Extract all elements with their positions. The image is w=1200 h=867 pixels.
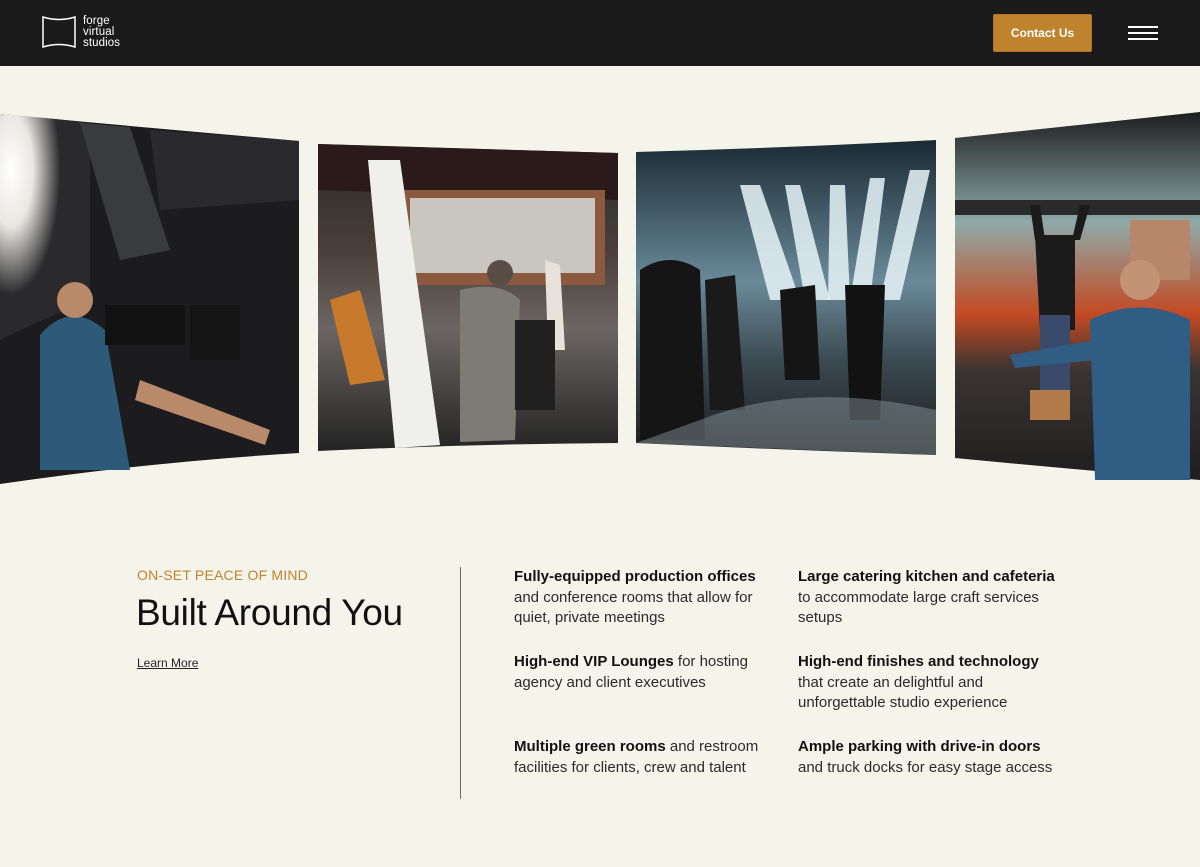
feature-description: to accommodate large craft services setu… xyxy=(798,588,1039,627)
feature-highlight: Ample parking with drive-in doors xyxy=(798,738,1041,755)
logo-wordmark: forge virtual studios xyxy=(83,14,121,49)
gallery-photo-4 xyxy=(955,112,1200,480)
menu-bar-bottom xyxy=(1128,38,1158,40)
feature-description: and conference rooms that allow for quie… xyxy=(514,588,753,627)
hamburger-menu-icon[interactable] xyxy=(1127,18,1159,48)
feature-description: that create an delightful and unforgetta… xyxy=(798,673,1008,712)
site-header: forge virtual studios Contact Us xyxy=(0,0,1200,66)
feature-highlight: Fully-equipped production offices xyxy=(514,568,756,585)
menu-bar-middle xyxy=(1128,32,1158,34)
feature-item: Ample parking with drive-in doors and tr… xyxy=(798,737,1068,778)
logo-line-3: studios xyxy=(83,36,121,49)
feature-highlight: Large catering kitchen and cafeteria xyxy=(798,568,1055,585)
gallery-photo-2 xyxy=(318,144,618,451)
logo-mark-icon xyxy=(42,15,76,49)
section-title: Built Around You xyxy=(136,592,403,633)
section-eyebrow: ON-SET PEACE OF MIND xyxy=(137,567,308,583)
feature-item: Large catering kitchen and cafeteria to … xyxy=(798,567,1068,629)
logo-line-2: virtual xyxy=(83,25,115,38)
feature-description: and truck docks for easy stage access xyxy=(798,758,1053,776)
learn-more-link[interactable]: Learn More xyxy=(137,656,198,670)
feature-highlight: High-end finishes and technology xyxy=(798,653,1039,670)
contact-us-button[interactable]: Contact Us xyxy=(993,14,1092,52)
gallery-photo-1 xyxy=(0,114,299,484)
feature-highlight: High-end VIP Lounges xyxy=(514,653,674,670)
logo-link[interactable]: forge virtual studios xyxy=(41,14,120,50)
vertical-divider xyxy=(460,567,461,799)
feature-item: High-end VIP Lounges for hosting agency … xyxy=(514,652,784,693)
feature-item: Fully-equipped production offices and co… xyxy=(514,567,784,629)
logo-line-1: forge xyxy=(83,14,110,27)
feature-item: Multiple green rooms and restroom facili… xyxy=(514,737,784,778)
gallery-photo-3 xyxy=(636,140,936,455)
photo-gallery xyxy=(0,112,1200,484)
feature-item: High-end finishes and technology that cr… xyxy=(798,652,1068,714)
menu-bar-top xyxy=(1128,26,1158,28)
feature-highlight: Multiple green rooms xyxy=(514,738,666,755)
